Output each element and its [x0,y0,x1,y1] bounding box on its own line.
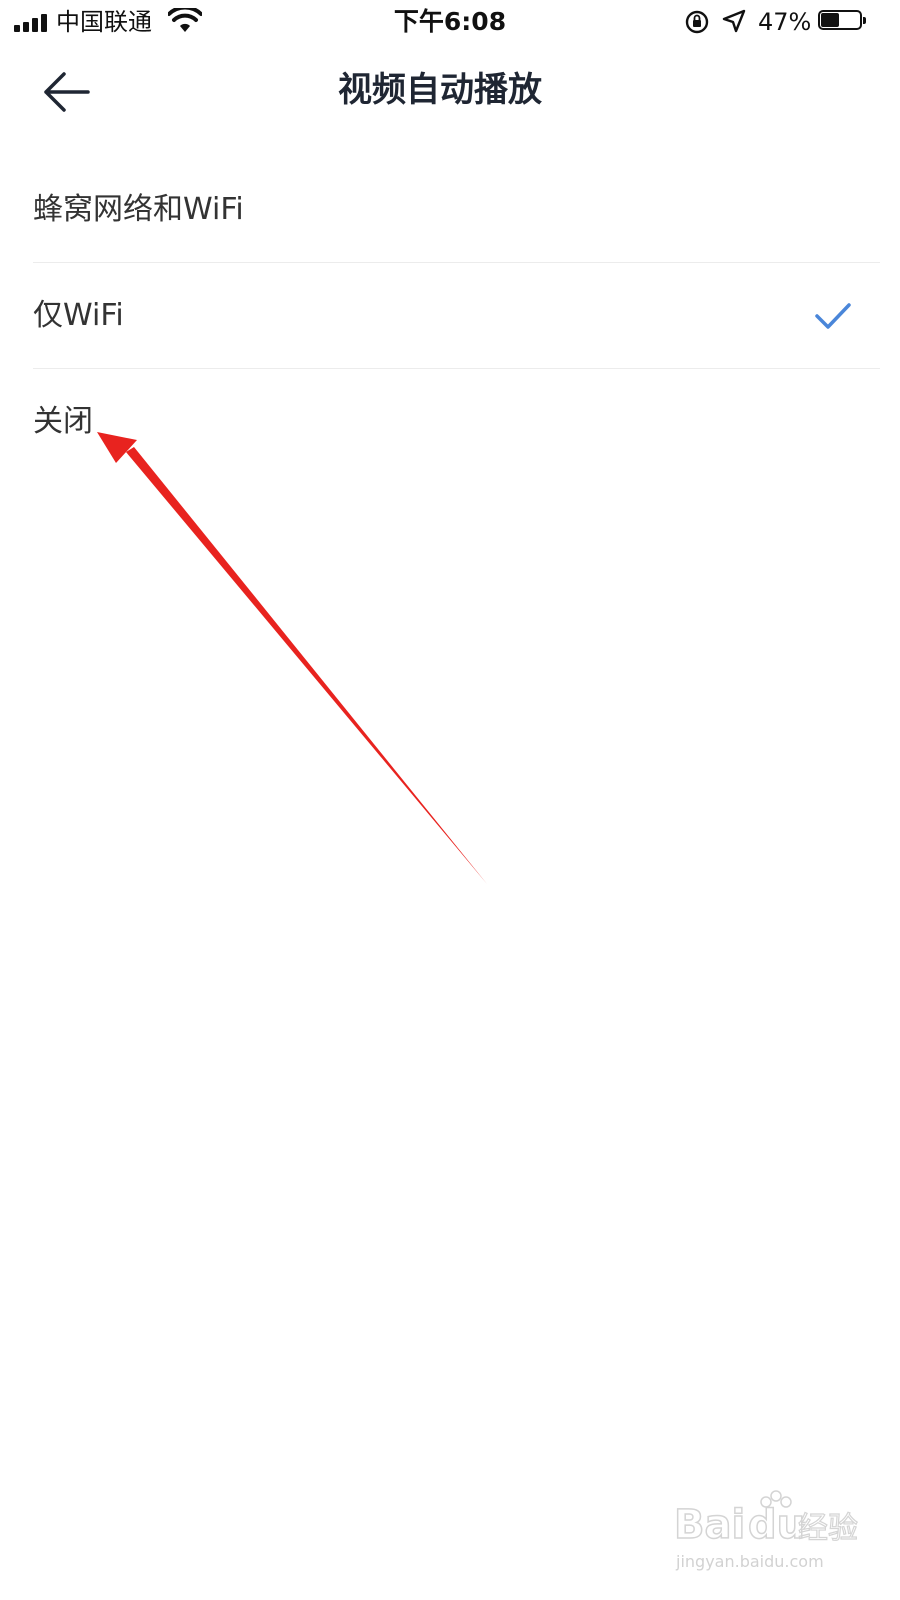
page-title: 视频自动播放 [338,70,542,110]
battery-percent: 47% [758,8,812,36]
option-list: 蜂窝网络和WiFi 仅WiFi 关闭 [0,157,900,475]
nav-bar: 视频自动播放 [0,44,900,140]
svg-text:du: du [748,1502,805,1548]
screen: 中国联通 下午6:08 47% 视频自动播放 蜂窝网络和WiFi 仅WiFi 关… [0,0,900,1600]
status-bar: 中国联通 下午6:08 47% [0,0,900,44]
option-label: 关闭 [33,404,93,439]
checkmark-icon [815,303,851,329]
option-off[interactable]: 关闭 [0,369,880,475]
option-wifi-only[interactable]: 仅WiFi [0,263,880,369]
watermark-url: jingyan.baidu.com [676,1552,824,1571]
orientation-lock-icon [685,10,709,34]
option-cellular-and-wifi[interactable]: 蜂窝网络和WiFi [0,157,880,263]
location-icon [722,9,746,33]
svg-text:Bai: Bai [674,1502,745,1548]
battery-icon [818,10,868,32]
svg-text:经验: 经验 [798,1511,858,1546]
option-label: 蜂窝网络和WiFi [33,192,244,227]
option-label: 仅WiFi [33,298,124,333]
